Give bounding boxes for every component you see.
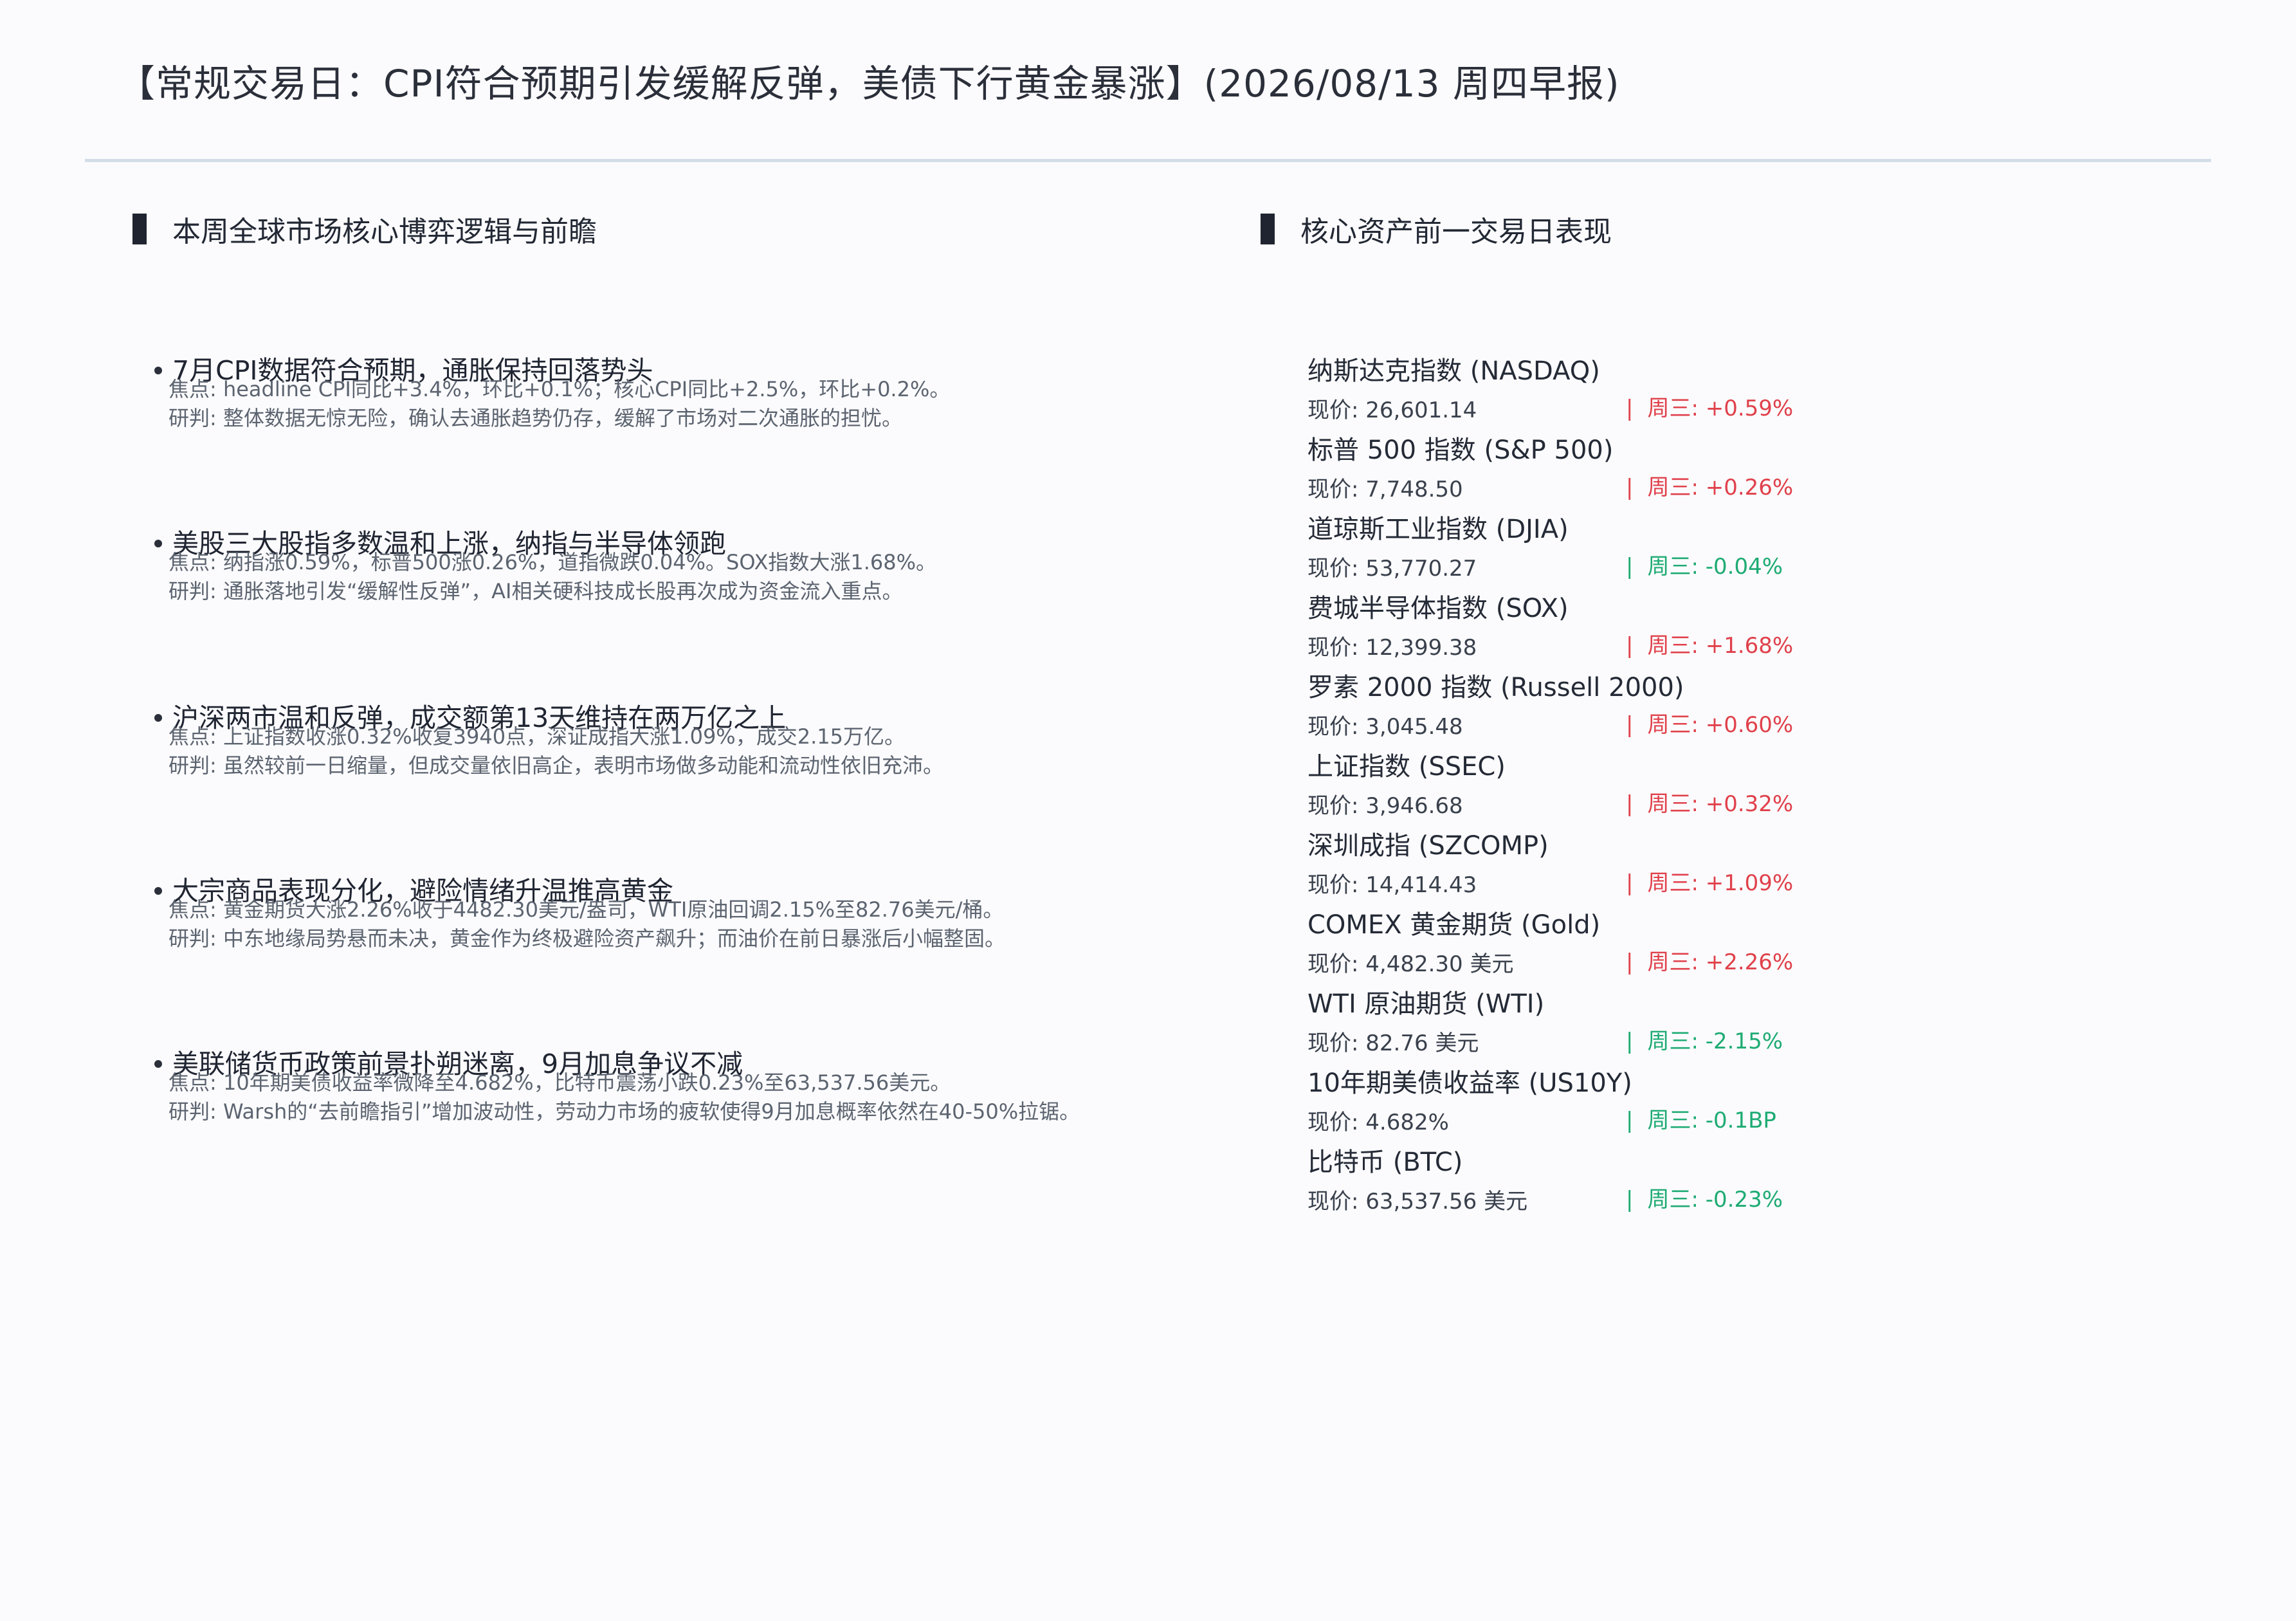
topic-focus: 焦点: 纳指涨0.59%，标普500涨0.26%，道指微跌0.04%。SOX指数… [169,550,937,574]
asset-row: 深圳成指 (SZCOMP) 现价: 14,414.43 | 周三: +1.09% [1307,826,1886,905]
market-logic-section-heading: 本周全球市场核心博弈逻辑与前瞻 [132,208,597,250]
bullet-dot [154,367,162,374]
bullet-dot [154,1060,162,1068]
topic-judgement: 研判: 虽然较前一日缩量，但成交量依旧高企，表明市场做多动能和流动性依旧充沛。 [169,753,943,778]
asset-name: 标普 500 指数 (S&P 500) [1307,435,1614,465]
asset-change-value: 周三: -0.1BP [1647,1108,1776,1133]
asset-name: 道琼斯工业指数 (DJIA) [1307,515,1569,544]
asset-change: | 周三: -0.23% [1626,1185,1783,1214]
asset-change-value: 周三: +0.32% [1647,791,1794,817]
change-separator: | [1626,554,1634,580]
asset-name: COMEX 黄金期货 (Gold) [1307,910,1601,940]
heading-marker [1261,214,1275,244]
asset-change: | 周三: -0.1BP [1626,1106,1776,1135]
asset-change-value: 周三: -0.23% [1647,1187,1783,1213]
change-separator: | [1626,475,1634,500]
asset-price: 现价: 53,770.27 [1307,556,1477,582]
asset-name: 10年期美债收益率 (US10Y) [1307,1068,1632,1098]
change-separator: | [1626,633,1634,659]
asset-row: 纳斯达克指数 (NASDAQ) 现价: 26,601.14 | 周三: +0.59… [1307,351,1886,430]
asset-change-value: 周三: +0.60% [1647,712,1794,738]
asset-change-value: 周三: -0.04% [1647,554,1783,580]
change-separator: | [1626,949,1634,975]
asset-change: | 周三: +1.09% [1626,868,1793,898]
asset-change: | 周三: -0.04% [1626,552,1783,582]
asset-change: | 周三: +0.32% [1626,789,1793,819]
asset-row: 上证指数 (SSEC) 现价: 3,946.68 | 周三: +0.32% [1307,747,1886,826]
asset-change-value: 周三: +0.59% [1647,396,1794,421]
asset-price: 现价: 3,946.68 [1307,793,1463,819]
topic-focus: 焦点: 黄金期货大涨2.26%收于4482.30美元/盎司，WTI原油回调2.1… [169,897,1004,922]
asset-row: COMEX 黄金期货 (Gold) 现价: 4,482.30 美元 | 周三: +… [1307,905,1886,984]
topic-judgement: 研判: 通胀落地引发“缓解性反弹”，AI相关硬科技成长股再次成为资金流入重点。 [169,579,903,603]
asset-change-value: 周三: +1.09% [1647,870,1794,896]
page-title: 【常规交易日：CPI符合预期引发缓解反弹，美债下行黄金暴涨】(2026/08/1… [118,62,1620,105]
change-separator: | [1626,1029,1634,1054]
asset-row: WTI 原油期货 (WTI) 现价: 82.76 美元 | 周三: -2.15% [1307,984,1886,1063]
asset-change: | 周三: +0.60% [1626,710,1793,740]
asset-price: 现价: 63,537.56 美元 [1307,1189,1528,1214]
asset-change: | 周三: -2.15% [1626,1027,1783,1056]
asset-change: | 周三: +1.68% [1626,631,1793,661]
asset-change-value: 周三: +2.26% [1647,949,1794,975]
change-separator: | [1626,791,1634,817]
asset-price: 现价: 7,748.50 [1307,477,1463,502]
asset-name: 比特币 (BTC) [1307,1148,1463,1177]
asset-change-value: 周三: -2.15% [1647,1029,1783,1054]
asset-name: 罗素 2000 指数 (Russell 2000) [1307,673,1684,702]
topic-judgement: 研判: 中东地缘局势悬而未决，黄金作为终极避险资产飙升；而油价在前日暴涨后小幅整… [169,926,1005,951]
topic-focus: 焦点: 上证指数收涨0.32%收复3940点，深证成指大涨1.09%，成交2.1… [169,724,905,749]
asset-name: 上证指数 (SSEC) [1307,752,1506,782]
change-separator: | [1626,1187,1634,1213]
change-separator: | [1626,1108,1634,1133]
heading-marker [132,214,147,244]
asset-change-value: 周三: +1.68% [1647,633,1794,659]
change-separator: | [1626,712,1634,738]
asset-price: 现价: 14,414.43 [1307,872,1477,898]
asset-row: 罗素 2000 指数 (Russell 2000) 现价: 3,045.48 |… [1307,668,1886,747]
bullet-dot [154,714,162,722]
asset-row: 比特币 (BTC) 现价: 63,537.56 美元 | 周三: -0.23% [1307,1142,1886,1222]
topic-focus: 焦点: headline CPI同比+3.4%，环比+0.1%；核心CPI同比+… [169,377,951,401]
asset-name: 纳斯达克指数 (NASDAQ) [1307,356,1600,386]
asset-change-value: 周三: +0.26% [1647,475,1794,500]
asset-name: 费城半导体指数 (SOX) [1307,594,1569,623]
asset-price: 现价: 26,601.14 [1307,398,1477,423]
asset-name: 深圳成指 (SZCOMP) [1307,831,1549,861]
asset-change: | 周三: +0.59% [1626,394,1793,423]
topic-judgement: 研判: 整体数据无惊无险，确认去通胀趋势仍存，缓解了市场对二次通胀的担忧。 [169,406,902,430]
asset-change: | 周三: +2.26% [1626,948,1793,977]
asset-price: 现价: 3,045.48 [1307,714,1463,740]
bullet-dot [154,540,162,547]
asset-list: 纳斯达克指数 (NASDAQ) 现价: 26,601.14 | 周三: +0.59… [1307,351,1886,1222]
asset-price: 现价: 4.682% [1307,1110,1449,1135]
topic-focus: 焦点: 10年期美债收益率微降至4.682%，比特币震荡小跌0.23%至63,5… [169,1070,951,1095]
asset-performance-heading-text: 核心资产前一交易日表现 [1300,215,1612,248]
bullet-dot [154,887,162,895]
asset-price: 现价: 4,482.30 美元 [1307,951,1514,977]
change-separator: | [1626,396,1634,421]
asset-row: 费城半导体指数 (SOX) 现价: 12,399.38 | 周三: +1.68% [1307,589,1886,668]
market-logic-heading-text: 本周全球市场核心博弈逻辑与前瞻 [172,215,597,248]
asset-price: 现价: 82.76 美元 [1307,1030,1479,1056]
asset-change: | 周三: +0.26% [1626,473,1793,502]
asset-name: WTI 原油期货 (WTI) [1307,989,1545,1019]
topic-judgement: 研判: Warsh的“去前瞻指引”增加波动性，劳动力市场的疲软使得9月加息概率依… [169,1099,1080,1124]
asset-row: 道琼斯工业指数 (DJIA) 现价: 53,770.27 | 周三: -0.04% [1307,509,1886,589]
title-divider [85,159,2211,162]
asset-price: 现价: 12,399.38 [1307,635,1477,661]
asset-row: 标普 500 指数 (S&P 500) 现价: 7,748.50 | 周三: +0… [1307,430,1886,509]
asset-performance-section-heading: 核心资产前一交易日表现 [1261,208,1612,250]
asset-row: 10年期美债收益率 (US10Y) 现价: 4.682% | 周三: -0.1BP [1307,1063,1886,1142]
change-separator: | [1626,870,1634,896]
